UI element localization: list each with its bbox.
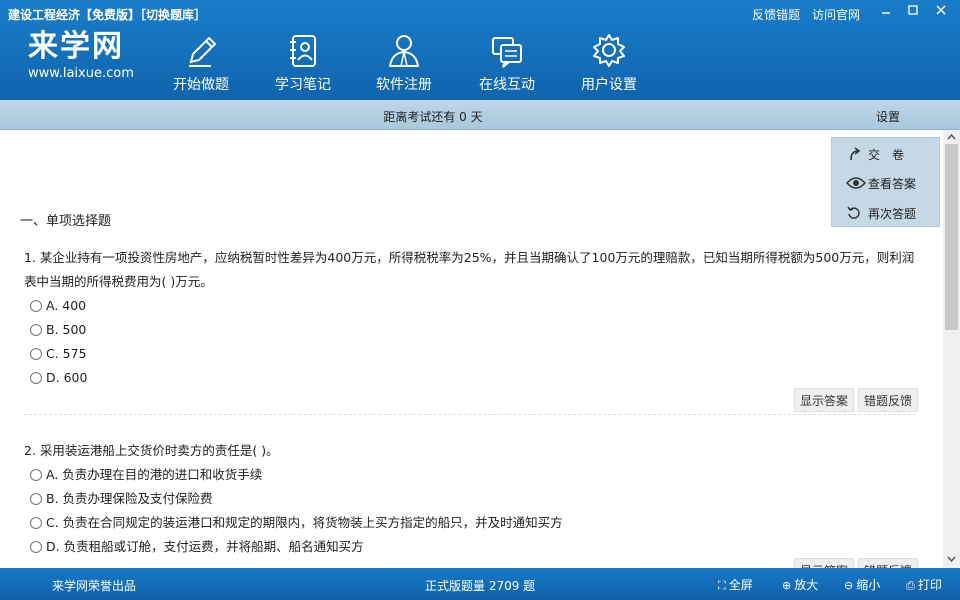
option-label: D. 负责租船或订舱，支付运费，并将船期、船名通知买方 — [46, 539, 364, 554]
retry-label: 再次答题 — [868, 207, 917, 221]
report-error-button[interactable]: 错题反馈 — [857, 388, 918, 412]
zoom-in-label: 放大 — [794, 578, 819, 592]
print-label: 打印 — [917, 578, 942, 592]
close-button[interactable] — [927, 2, 955, 22]
radio-button[interactable] — [30, 517, 42, 529]
question-1-actions: 显示答案 错题反馈 — [790, 388, 918, 412]
option-b[interactable]: B. 负责办理保险及支付保险费 — [24, 487, 924, 511]
option-label: C. 负责在合同规定的装运港口和规定的期限内，将货物装上买方指定的船只，并及时通… — [46, 515, 563, 530]
fullscreen-button[interactable]: ⛶ 全屏 — [718, 576, 753, 593]
nav-user-settings[interactable]: 用户设置 — [564, 30, 654, 94]
chat-icon — [492, 37, 522, 68]
radio-button[interactable] — [30, 469, 42, 481]
chevron-up-icon — [947, 133, 956, 140]
scrollbar-thumb[interactable] — [945, 144, 958, 330]
pencil-icon — [189, 36, 217, 67]
question-2: 2. 采用装运港船上交货价时卖方的责任是( )。 A. 负责办理在目的港的进口和… — [24, 439, 924, 559]
option-a[interactable]: A. 400 — [24, 294, 924, 318]
view-answer-label: 查看答案 — [868, 177, 917, 191]
zoom-in-icon: ⊕ — [782, 579, 792, 592]
option-label: A. 负责办理在目的港的进口和收货手续 — [46, 467, 263, 482]
radio-button[interactable] — [30, 541, 42, 553]
feedback-link[interactable]: 反馈错题 — [752, 8, 800, 22]
report-error-button[interactable]: 错题反馈 — [857, 558, 918, 568]
fullscreen-icon: ⛶ — [718, 579, 726, 592]
question-total: 正式版题量 2709 题 — [425, 579, 536, 593]
zoom-out-label: 缩小 — [856, 578, 881, 592]
option-b[interactable]: B. 500 — [24, 318, 924, 342]
option-label: B. 负责办理保险及支付保险费 — [46, 491, 213, 506]
zoom-out-button[interactable]: ⊖ 缩小 — [844, 576, 880, 593]
nav-start-practice[interactable]: 开始做题 — [156, 30, 246, 94]
submit-arrow-icon — [846, 146, 868, 165]
question-divider — [24, 414, 916, 415]
nav-label: 用户设置 — [581, 77, 637, 93]
radio-button[interactable] — [30, 324, 42, 336]
app-header: 建设工程经济【免费版】［切换题库］ 反馈错题 访问官网 来学网 www.laix… — [0, 0, 960, 100]
copyright-text: 来学网荣誉出品 — [52, 579, 137, 593]
countdown-bar: 距离考试还有 0 天 设置 — [0, 100, 960, 130]
notebook-icon — [290, 35, 316, 67]
scroll-down-button[interactable] — [943, 552, 960, 568]
question-text: 1. 某企业持有一项投资性房地产，应纳税暂时性差异为400万元，所得税税率为25… — [24, 250, 915, 289]
top-links: 反馈错题 访问官网 — [744, 6, 860, 23]
eye-icon — [845, 176, 868, 193]
option-label: D. 600 — [46, 370, 88, 385]
section-title: 一、单项选择题 — [20, 214, 112, 229]
minimize-icon — [882, 12, 890, 14]
scrollbar[interactable] — [943, 130, 960, 568]
maximize-button[interactable] — [899, 2, 927, 22]
view-answer-button[interactable]: 查看答案 — [845, 175, 917, 193]
option-c[interactable]: C. 575 — [24, 342, 924, 366]
nav-label: 在线互动 — [479, 77, 535, 93]
question-text: 2. 采用装运港船上交货价时卖方的责任是( )。 — [24, 443, 279, 458]
option-label: B. 500 — [46, 322, 87, 337]
option-c[interactable]: C. 负责在合同规定的装运港口和规定的期限内，将货物装上买方指定的船只，并及时通… — [24, 511, 924, 535]
logo-text: 来学网 — [28, 29, 124, 64]
user-register-icon — [388, 35, 420, 67]
show-answer-button[interactable]: 显示答案 — [793, 388, 854, 412]
print-button[interactable]: ⎙ 打印 — [906, 576, 942, 593]
question-2-actions: 显示答案错题反馈 — [790, 558, 918, 568]
radio-button[interactable] — [30, 348, 42, 360]
radio-button[interactable] — [30, 300, 42, 312]
submit-label: 交 卷 — [868, 148, 905, 162]
printer-icon: ⎙ — [906, 579, 915, 592]
app-footer: 来学网荣誉出品 正式版题量 2709 题 ⛶ 全屏 ⊕ 放大 ⊖ 缩小 ⎙ 打印 — [0, 568, 960, 600]
question-content: 一、单项选择题 1. 某企业持有一项投资性房地产，应纳税暂时性差异为400万元，… — [0, 130, 943, 568]
settings-link[interactable]: 设置 — [876, 108, 900, 125]
window-title[interactable]: 建设工程经济【免费版】［切换题库］ — [8, 6, 206, 23]
zoom-in-button[interactable]: ⊕ 放大 — [782, 576, 818, 593]
submit-exam-button[interactable]: 交 卷 — [846, 146, 904, 165]
maximize-icon — [908, 5, 918, 15]
logo-url: www.laixue.com — [28, 66, 134, 81]
option-d[interactable]: D. 600 — [24, 366, 924, 390]
minimize-button[interactable] — [872, 2, 900, 22]
question-1: 1. 某企业持有一项投资性房地产，应纳税暂时性差异为400万元，所得税税率为25… — [24, 246, 924, 390]
nav-label: 学习笔记 — [275, 77, 331, 93]
logo: 来学网 www.laixue.com — [28, 29, 134, 82]
retry-button[interactable]: 再次答题 — [846, 205, 916, 224]
nav-study-notes[interactable]: 学习笔记 — [258, 30, 348, 94]
official-site-link[interactable]: 访问官网 — [812, 8, 860, 22]
option-a[interactable]: A. 负责办理在目的港的进口和收货手续 — [24, 463, 924, 487]
nav-label: 开始做题 — [173, 77, 229, 93]
zoom-out-icon: ⊖ — [844, 579, 854, 592]
radio-button[interactable] — [30, 372, 42, 384]
chevron-down-icon — [947, 556, 956, 563]
close-icon — [936, 5, 946, 15]
option-label: A. 400 — [46, 298, 87, 313]
radio-button[interactable] — [30, 493, 42, 505]
nav-label: 软件注册 — [376, 77, 432, 93]
option-label: C. 575 — [46, 346, 87, 361]
exam-countdown: 距离考试还有 0 天 — [383, 110, 483, 124]
side-panel: 交 卷 查看答案 再次答题 — [831, 137, 940, 227]
option-d[interactable]: D. 负责租船或订舱，支付运费，并将船期、船名通知买方 — [24, 535, 924, 559]
show-answer-button[interactable]: 显示答案 — [793, 558, 854, 568]
fullscreen-label: 全屏 — [728, 578, 753, 592]
nav-software-register[interactable]: 软件注册 — [359, 30, 449, 94]
refresh-icon — [846, 205, 868, 224]
gear-icon — [593, 34, 625, 67]
nav-online-interaction[interactable]: 在线互动 — [462, 30, 552, 94]
